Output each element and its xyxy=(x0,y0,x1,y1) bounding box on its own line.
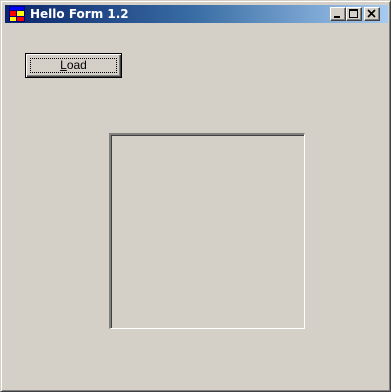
window-title: Hello Form 1.2 xyxy=(30,7,129,21)
minimize-button[interactable] xyxy=(330,7,346,21)
close-icon xyxy=(367,9,376,18)
close-button[interactable] xyxy=(364,7,380,21)
main-window: Hello Form 1.2 Load xyxy=(0,0,391,392)
maximize-button[interactable] xyxy=(346,7,362,21)
load-button-mnemonic: L xyxy=(60,58,67,72)
minimize-icon xyxy=(334,16,340,18)
maximize-icon xyxy=(349,9,358,18)
picture-box xyxy=(109,133,305,329)
load-button-label-rest: oad xyxy=(66,58,87,72)
load-button[interactable]: Load xyxy=(25,53,122,78)
app-form-icon[interactable] xyxy=(9,6,25,22)
load-button-label: Load xyxy=(60,55,87,76)
title-bar[interactable]: Hello Form 1.2 xyxy=(5,5,388,23)
